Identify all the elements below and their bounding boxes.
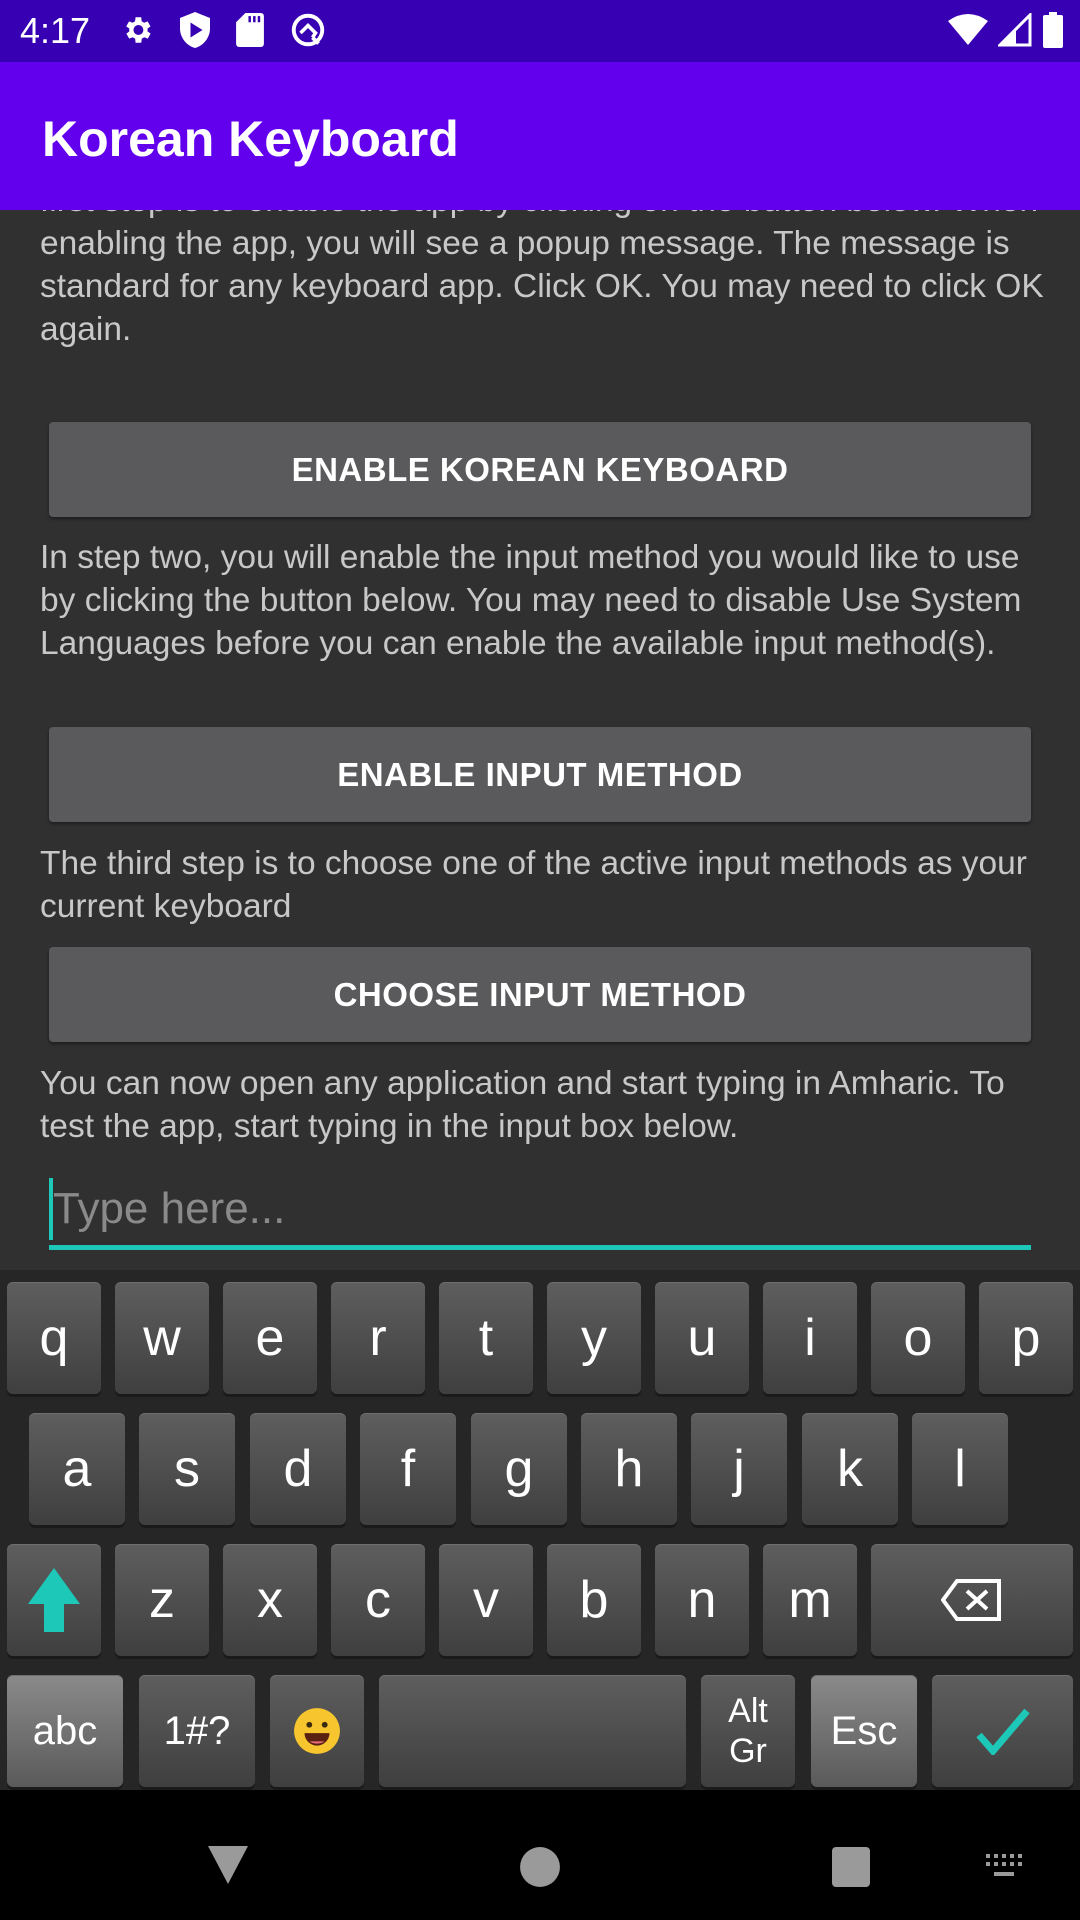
checkmark-icon [975,1708,1030,1755]
esc-key[interactable]: Esc [811,1675,917,1787]
key-m[interactable]: m [763,1544,857,1656]
step-two-text: In step two, you will enable the input m… [40,539,1022,662]
key-s[interactable]: s [139,1413,235,1525]
shift-arrow-icon [28,1568,80,1632]
key-t[interactable]: t [439,1282,533,1394]
key-u[interactable]: u [655,1282,749,1394]
key-d[interactable]: d [250,1413,346,1525]
battery-icon [1043,12,1063,48]
status-bar: 4:17 [0,0,1080,62]
app-bar: Korean Keyboard [0,62,1080,210]
abc-key[interactable]: abc [7,1675,123,1787]
emoji-key[interactable] [270,1675,364,1787]
choose-input-method-button[interactable]: CHOOSE INPUT METHOD [49,947,1031,1042]
enable-input-method-button[interactable]: ENABLE INPUT METHOD [49,727,1031,822]
altgr-label-bottom: Gr [729,1732,767,1770]
back-icon[interactable] [206,1844,250,1886]
test-input-field[interactable] [53,1174,1023,1244]
key-y[interactable]: y [547,1282,641,1394]
test-input-container[interactable] [49,1170,1031,1250]
space-key[interactable] [379,1675,686,1787]
instructions-scroll-view[interactable]: Before you can use the app, you need to … [0,160,1080,1280]
symbols-key[interactable]: 1#? [139,1675,255,1787]
smiley-emoji-icon [294,1708,340,1754]
key-l[interactable]: l [912,1413,1008,1525]
key-q[interactable]: q [7,1282,101,1394]
shift-key[interactable] [7,1544,101,1656]
play-protect-icon [180,12,210,48]
key-e[interactable]: e [223,1282,317,1394]
backspace-icon [941,1579,1001,1621]
keyboard-switcher-icon[interactable] [986,1854,1030,1880]
key-v[interactable]: v [439,1544,533,1656]
recents-icon[interactable] [831,1846,871,1888]
cell-signal-icon [998,13,1032,47]
wifi-icon [948,14,988,45]
status-time: 4:17 [20,10,91,51]
key-h[interactable]: h [581,1413,677,1525]
settings-gear-icon [126,17,151,43]
key-a[interactable]: a [29,1413,125,1525]
key-r[interactable]: r [331,1282,425,1394]
key-g[interactable]: g [471,1413,567,1525]
key-n[interactable]: n [655,1544,749,1656]
test-instructions-text: You can now open any application and sta… [40,1065,1005,1145]
key-f[interactable]: f [360,1413,456,1525]
home-icon[interactable] [519,1846,561,1888]
key-z[interactable]: z [115,1544,209,1656]
soft-keyboard: q w e r t y u i o p a s d f g h j k l z … [0,1270,1080,1790]
key-p[interactable]: p [979,1282,1073,1394]
altgr-key[interactable]: Alt Gr [701,1675,795,1787]
system-nav-bar [0,1790,1080,1920]
key-j[interactable]: j [691,1413,787,1525]
key-w[interactable]: w [115,1282,209,1394]
app-title: Korean Keyboard [42,111,459,167]
enable-korean-keyboard-button[interactable]: ENABLE KOREAN KEYBOARD [49,422,1031,517]
key-i[interactable]: i [763,1282,857,1394]
key-x[interactable]: x [223,1544,317,1656]
enter-key[interactable] [932,1675,1073,1787]
key-b[interactable]: b [547,1544,641,1656]
sd-card-icon [236,13,264,47]
key-k[interactable]: k [802,1413,898,1525]
backspace-key[interactable] [871,1544,1073,1656]
key-o[interactable]: o [871,1282,965,1394]
assistant-icon [291,13,325,47]
step-three-text: The third step is to choose one of the a… [40,845,1027,925]
key-c[interactable]: c [331,1544,425,1656]
altgr-label-top: Alt [728,1692,768,1730]
